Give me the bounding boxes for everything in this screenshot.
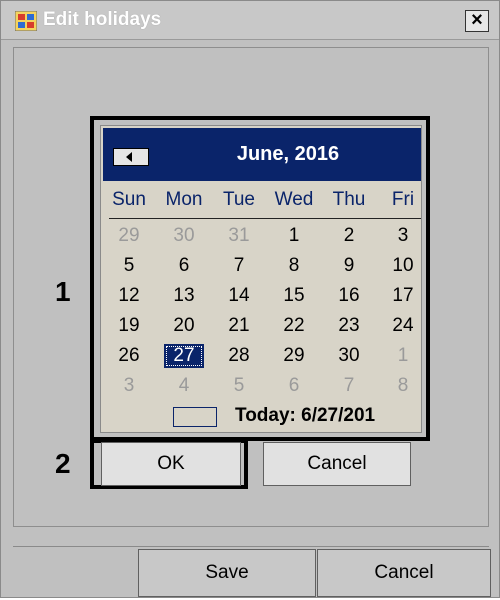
calendar-day[interactable]: 28	[219, 344, 259, 368]
calendar-day[interactable]: 24	[383, 314, 421, 338]
calendar-day[interactable]: 5	[109, 254, 149, 278]
calendar-day[interactable]: 29	[109, 224, 149, 248]
day-header-tue: Tue	[222, 189, 256, 210]
calendar-day[interactable]: 3	[383, 224, 421, 248]
today-marker-icon	[173, 407, 217, 427]
calendar-day[interactable]: 1	[383, 344, 421, 368]
calendar-day[interactable]: 6	[164, 254, 204, 278]
calendar-day[interactable]: 19	[109, 314, 149, 338]
calendar-day[interactable]: 5	[219, 374, 259, 398]
month-calendar[interactable]: June, 2016 Sun Mon Tue Wed Thu Fri 29 30…	[100, 125, 422, 433]
calendar-day[interactable]: 16	[329, 284, 369, 308]
calendar-day[interactable]: 22	[274, 314, 314, 338]
calendar-header: June, 2016	[103, 128, 421, 181]
calendar-day[interactable]: 15	[274, 284, 314, 308]
calendar-day[interactable]: 31	[219, 224, 259, 248]
calendar-day[interactable]: 9	[329, 254, 369, 278]
day-header-divider	[109, 218, 421, 219]
footer-cancel-button[interactable]: Cancel	[317, 549, 491, 597]
calendar-day[interactable]: 30	[164, 224, 204, 248]
calendar-day[interactable]: 2	[329, 224, 369, 248]
day-header-mon: Mon	[165, 189, 203, 210]
edit-holidays-window: Edit holidays × 1 2 June, 2016 Sun Mon T…	[0, 0, 500, 598]
day-header-fri: Fri	[391, 189, 415, 210]
calendar-day[interactable]: 8	[383, 374, 421, 398]
calendar-day[interactable]: 14	[219, 284, 259, 308]
app-icon	[15, 11, 37, 31]
save-button[interactable]: Save	[138, 549, 316, 597]
title-bar: Edit holidays ×	[1, 1, 499, 40]
calendar-day[interactable]: 7	[329, 374, 369, 398]
calendar-day[interactable]: 26	[109, 344, 149, 368]
previous-month-button[interactable]	[113, 148, 149, 166]
day-header-thu: Thu	[332, 189, 366, 210]
calendar-day[interactable]: 7	[219, 254, 259, 278]
close-button[interactable]: ×	[465, 10, 489, 32]
callout-label-1: 1	[55, 276, 71, 307]
calendar-day[interactable]: 20	[164, 314, 204, 338]
calendar-day[interactable]: 30	[329, 344, 369, 368]
day-header-sun: Sun	[112, 189, 146, 210]
calendar-day[interactable]: 6	[274, 374, 314, 398]
calendar-day[interactable]: 12	[109, 284, 149, 308]
ok-button[interactable]: OK	[101, 442, 241, 486]
calendar-day[interactable]: 29	[274, 344, 314, 368]
calendar-day[interactable]: 21	[219, 314, 259, 338]
callout-label-2: 2	[55, 448, 71, 479]
calendar-day[interactable]: 1	[274, 224, 314, 248]
window-title: Edit holidays	[43, 9, 162, 30]
month-label[interactable]: June, 2016	[163, 143, 413, 166]
today-link[interactable]: Today: 6/27/201	[235, 405, 375, 427]
calendar-day[interactable]: 3	[109, 374, 149, 398]
arrow-left-icon	[126, 152, 132, 162]
calendar-day[interactable]: 17	[383, 284, 421, 308]
calendar-day-selected[interactable]: 27	[164, 344, 204, 368]
calendar-day[interactable]: 4	[164, 374, 204, 398]
calendar-day[interactable]: 8	[274, 254, 314, 278]
calendar-day[interactable]: 10	[383, 254, 421, 278]
calendar-day[interactable]: 23	[329, 314, 369, 338]
cancel-button[interactable]: Cancel	[263, 442, 411, 486]
calendar-day[interactable]: 13	[164, 284, 204, 308]
day-header-wed: Wed	[274, 189, 314, 210]
